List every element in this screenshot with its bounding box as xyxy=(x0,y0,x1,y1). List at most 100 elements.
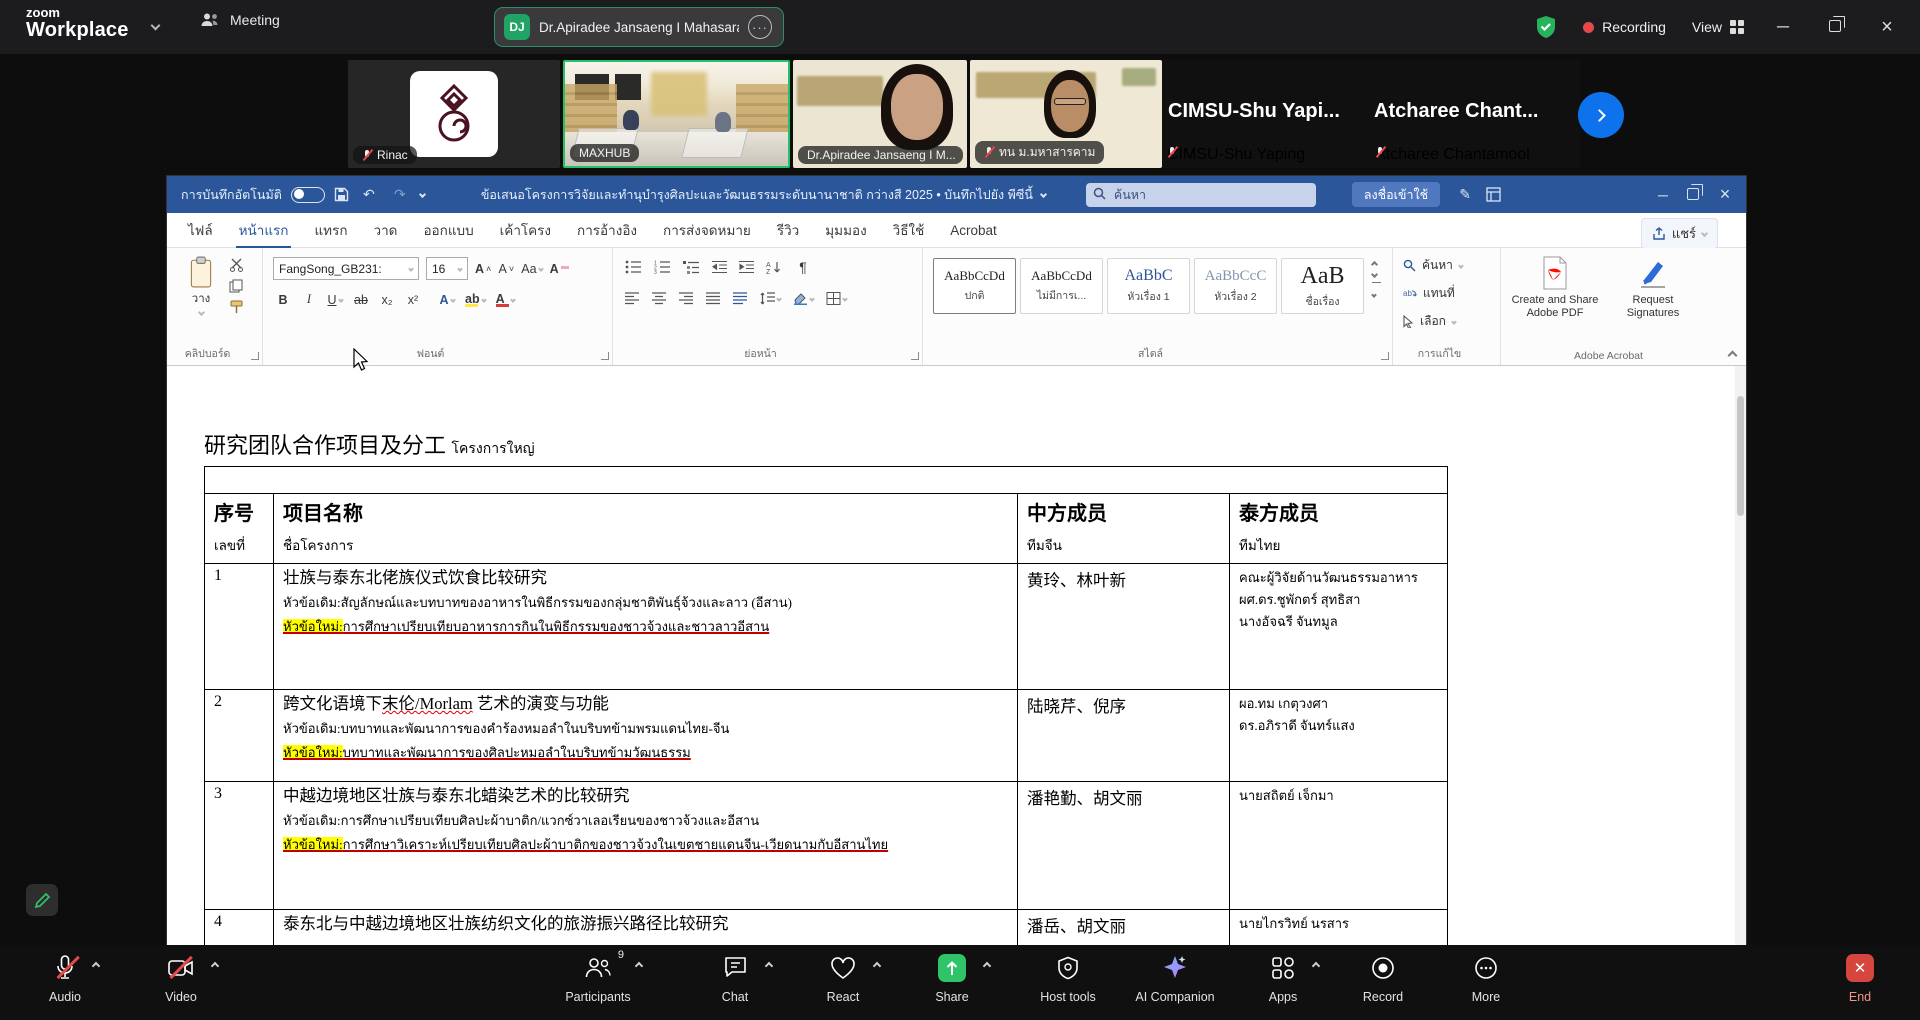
styles-scroll-down-icon[interactable] xyxy=(1371,271,1378,278)
styles-gallery-more-icon[interactable] xyxy=(1372,282,1381,302)
style-heading2[interactable]: AaBbCcC หัวเรื่อง 2 xyxy=(1194,258,1277,314)
participants-button[interactable]: 9 Participants xyxy=(543,953,653,1004)
more-button[interactable]: More xyxy=(1431,953,1541,1004)
font-name-select[interactable]: FangSong_GB231: xyxy=(273,257,419,280)
paragraph-dialog-launcher[interactable] xyxy=(911,352,919,360)
react-button[interactable]: React xyxy=(788,953,898,1004)
bullets-icon[interactable] xyxy=(625,260,642,274)
distribute-icon[interactable] xyxy=(733,292,748,305)
autosave-toggle[interactable] xyxy=(291,187,325,203)
style-heading1[interactable]: AaBbC หัวเรื่อง 1 xyxy=(1107,258,1190,314)
italic-button[interactable]: I xyxy=(301,292,317,307)
search-input[interactable] xyxy=(1086,183,1316,207)
title-chevron-icon[interactable] xyxy=(1040,191,1047,198)
styles-dialog-launcher[interactable] xyxy=(1381,352,1389,360)
bold-button[interactable]: B xyxy=(275,293,291,307)
host-tools-button[interactable]: Host tools xyxy=(1013,953,1123,1004)
video-tile-maxhub[interactable]: MAXHUB xyxy=(563,60,790,168)
recording-indicator[interactable]: Recording xyxy=(1583,19,1666,35)
word-minimize-button[interactable]: ─ xyxy=(1648,187,1678,203)
participants-chevron-icon[interactable] xyxy=(635,962,643,970)
tab-mailings[interactable]: การส่งจดหมาย xyxy=(650,211,764,249)
view-button[interactable]: View xyxy=(1692,19,1744,35)
style-normal[interactable]: AaBbCcDd ปกติ xyxy=(933,258,1016,314)
security-shield-icon[interactable] xyxy=(1535,15,1557,39)
find-button[interactable]: ค้นหา xyxy=(1403,256,1500,275)
document-area[interactable]: 研究团队合作项目及分工 โครงการใหญ่ 序号เลขที่ 项目名称ชื่… xyxy=(167,366,1746,1020)
quick-toolbar-chevron-icon[interactable] xyxy=(419,191,426,198)
tab-acrobat[interactable]: Acrobat xyxy=(937,215,1010,246)
underline-button[interactable]: U xyxy=(327,293,343,307)
video-options-chevron-icon[interactable] xyxy=(211,962,219,970)
justify-icon[interactable] xyxy=(706,292,721,305)
redo-icon[interactable]: ↷ xyxy=(389,186,411,203)
collapse-ribbon-icon[interactable] xyxy=(1728,351,1738,361)
ribbon-display-icon[interactable] xyxy=(1486,187,1501,202)
align-left-icon[interactable] xyxy=(625,292,640,305)
tab-more-button[interactable]: ··· xyxy=(748,15,772,39)
audio-only-participants[interactable]: CIMSU-Shu Yapi... Atcharee Chant... CIMS… xyxy=(1162,60,1580,168)
replace-button[interactable]: ab แทนที่ xyxy=(1403,284,1500,303)
create-share-pdf-button[interactable]: Create and Share Adobe PDF xyxy=(1509,256,1601,365)
word-restore-button[interactable] xyxy=(1678,187,1708,203)
apps-button[interactable]: Apps xyxy=(1228,953,1338,1004)
align-right-icon[interactable] xyxy=(679,292,694,305)
audio-button[interactable]: Audio xyxy=(10,953,120,1004)
style-title[interactable]: AaB ชื่อเรื่อง xyxy=(1281,258,1364,314)
share-chevron-icon[interactable] xyxy=(983,962,991,970)
shading-icon[interactable] xyxy=(793,292,814,305)
meeting-tab[interactable]: Meeting xyxy=(200,12,280,28)
undo-icon[interactable]: ↶ xyxy=(358,186,380,203)
annotate-button[interactable] xyxy=(26,884,58,916)
tab-references[interactable]: การอ้างอิง xyxy=(564,211,650,249)
end-meeting-button[interactable]: ✕ End xyxy=(1805,953,1915,1004)
request-signatures-button[interactable]: Request Signatures xyxy=(1607,256,1699,365)
increase-indent-icon[interactable] xyxy=(739,260,754,274)
video-button[interactable]: Video xyxy=(126,953,236,1004)
minimize-window-button[interactable]: ─ xyxy=(1770,17,1796,37)
strikethrough-button[interactable]: ab xyxy=(353,293,369,307)
font-dialog-launcher[interactable] xyxy=(601,352,609,360)
next-participants-button[interactable] xyxy=(1578,92,1624,138)
clear-formatting-icon[interactable]: A xyxy=(550,262,569,276)
sort-icon[interactable]: AZ xyxy=(766,260,783,274)
audio-options-chevron-icon[interactable] xyxy=(92,962,100,970)
word-close-button[interactable]: × xyxy=(1708,184,1742,205)
react-chevron-icon[interactable] xyxy=(873,962,881,970)
tab-draw[interactable]: วาด xyxy=(361,211,411,249)
grow-font-icon[interactable]: A˄ xyxy=(475,262,491,276)
format-painter-icon[interactable] xyxy=(229,300,244,314)
tab-help[interactable]: วิธีใช้ xyxy=(880,211,938,249)
paste-button[interactable]: วาง xyxy=(179,256,223,322)
sign-in-button[interactable]: ลงชื่อเข้าใช้ xyxy=(1352,182,1440,207)
chat-chevron-icon[interactable] xyxy=(764,962,772,970)
highlight-color-button[interactable]: ab xyxy=(465,292,486,307)
video-tile-msu[interactable]: ทน ม.มหาสารคาม xyxy=(970,60,1162,168)
tab-insert[interactable]: แทรก xyxy=(301,211,360,249)
superscript-button[interactable]: x² xyxy=(405,293,421,307)
chat-button[interactable]: Chat xyxy=(680,953,790,1004)
share-screen-button[interactable]: Share xyxy=(897,953,1007,1004)
tab-review[interactable]: รีวิว xyxy=(764,211,812,249)
tab-design[interactable]: ออกแบบ xyxy=(410,211,486,249)
shrink-font-icon[interactable]: A˅ xyxy=(498,262,514,276)
text-effects-icon[interactable]: A xyxy=(439,293,455,307)
numbering-icon[interactable]: 123 xyxy=(654,260,671,274)
tab-file[interactable]: ไฟล์ xyxy=(175,211,226,249)
share-document-button[interactable]: แชร์ xyxy=(1641,218,1718,249)
copy-icon[interactable] xyxy=(229,279,244,293)
workspace-chevron-icon[interactable] xyxy=(151,21,161,31)
subscript-button[interactable]: x₂ xyxy=(379,293,395,307)
style-no-spacing[interactable]: AaBbCcDd ไม่มีการเ... xyxy=(1020,258,1103,314)
save-icon[interactable] xyxy=(334,187,349,202)
restore-window-button[interactable] xyxy=(1822,17,1848,37)
ai-companion-button[interactable]: AI Companion xyxy=(1120,953,1230,1004)
change-case-icon[interactable]: Aa xyxy=(521,262,542,276)
borders-icon[interactable] xyxy=(826,292,847,305)
font-size-select[interactable]: 16 xyxy=(426,257,468,280)
tab-home[interactable]: หน้าแรก xyxy=(226,211,302,249)
pen-mode-icon[interactable]: ✎ xyxy=(1454,186,1476,203)
shared-screen-tab[interactable]: DJ Dr.Apiradee Jansaeng I Mahasara ··· xyxy=(494,7,784,47)
pilcrow-icon[interactable]: ¶ xyxy=(795,259,811,275)
font-color-button[interactable]: A xyxy=(496,292,515,307)
